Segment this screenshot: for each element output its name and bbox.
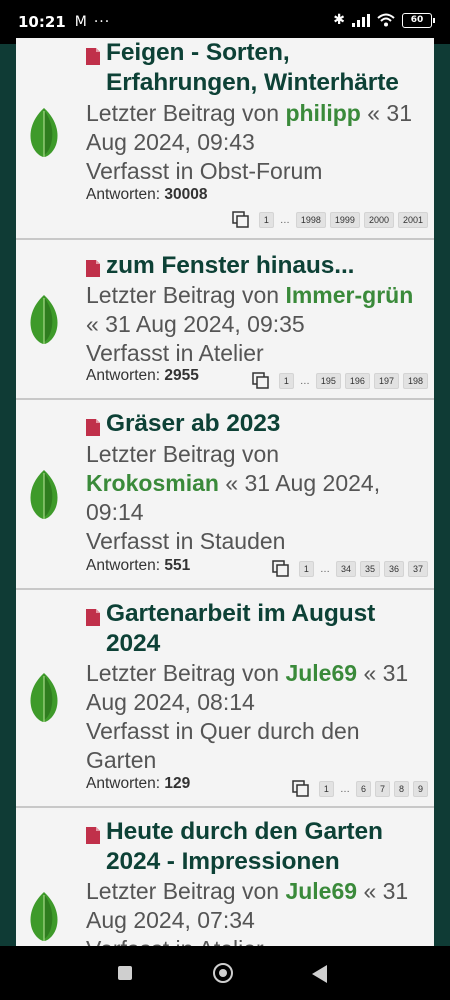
recent-apps-button[interactable] [118,966,132,980]
page-link[interactable]: 196 [344,373,370,389]
topic-title-link[interactable]: Gräser ab 2023 [106,409,426,439]
topic-row[interactable]: Heute durch den Garten 2024 - Impression… [16,808,434,946]
last-post-date-link[interactable]: « 31 [363,660,408,686]
author-link[interactable]: Jule69 [285,660,357,686]
page-link[interactable]: 7 [374,781,390,797]
forum-link[interactable]: Atelier [199,936,264,946]
topic-title-link[interactable]: Heute durch den Garten 2024 - Impression… [106,817,426,877]
topic-title-link[interactable]: zum Fenster hinaus... [106,251,426,281]
page-link[interactable]: 37 [407,561,428,577]
page-link[interactable]: 35 [359,561,380,577]
page-link[interactable]: 36 [383,561,404,577]
page-link[interactable]: 1998 [295,212,326,228]
topic-row[interactable]: Feigen - Sorten, Erfahrungen, Winterhärt… [16,38,434,240]
page-link[interactable]: 1999 [329,212,360,228]
forum-link[interactable]: Atelier [199,340,264,366]
pages-icon [292,780,309,797]
forum-link[interactable]: Stauden [200,528,286,554]
last-post-date-link[interactable]: Aug 2024, 09:43 [86,128,428,158]
last-post-date-link[interactable]: Aug 2024, 07:34 [86,906,428,936]
replies-count: Antworten: 2955 [86,367,199,384]
topic-title-link[interactable]: Feigen - Sorten, Erfahrungen, Winterhärt… [106,38,426,98]
topic-row[interactable]: Gartenarbeit im August 2024 Letzter Beit… [16,590,434,808]
author-link[interactable]: Krokosmian [86,470,219,496]
pages-icon [252,372,269,389]
replies-count: Antworten: 551 [86,557,191,574]
pagination: 1 … 1998 1999 2000 2001 [232,211,428,229]
pagination: 1 … 34 35 36 37 [272,560,428,578]
page-link[interactable]: 8 [393,781,409,797]
forum-link[interactable]: Obst-Forum [200,158,323,184]
page-link[interactable]: 195 [315,373,341,389]
pagination: 1 … 195 196 197 198 [252,372,428,390]
page-link[interactable]: 2001 [397,212,428,228]
battery-icon: 60 [402,12,435,28]
page-link[interactable]: 9 [412,781,428,797]
more-notifications-icon: ··· [93,14,111,30]
page-link[interactable]: 2000 [363,212,394,228]
author-link[interactable]: Immer-grün [285,282,413,308]
topic-unread-icon [86,419,100,436]
page-link[interactable]: 197 [373,373,399,389]
author-link[interactable]: philipp [285,100,360,126]
last-post-date-link[interactable]: « 31 [367,100,412,126]
forum-link[interactable]: Quer durch den [200,718,360,744]
pagination: 1 … 6 7 8 9 [292,780,428,798]
topic-title-link[interactable]: Gartenarbeit im August 2024 [106,599,426,659]
back-button[interactable] [312,965,327,983]
topic-unread-icon [86,48,100,65]
pages-icon [272,560,289,577]
page-link[interactable]: 1 [258,212,274,228]
last-post-date-link[interactable]: 09:14 [86,498,428,528]
clock: 10:21 [18,13,66,31]
last-post-date-link[interactable]: Aug 2024, 08:14 [86,688,428,718]
bluetooth-icon: ✱ [333,12,345,28]
page-link[interactable]: 1 [298,561,314,577]
replies-count: Antworten: 30008 [86,186,208,203]
leaf-icon [30,673,58,722]
signal-icon [352,13,370,27]
topic-row[interactable]: zum Fenster hinaus... Letzter Beitrag vo… [16,240,434,400]
topic-row[interactable]: Gräser ab 2023 Letzter Beitrag von Kroko… [16,400,434,590]
home-button[interactable] [213,963,233,983]
page-link[interactable]: 1 [278,373,294,389]
page-link[interactable]: 1 [318,781,334,797]
forum-link[interactable]: Garten [86,746,428,776]
last-post-date-link[interactable]: « 31 Aug 2024, 09:35 [86,310,428,340]
page-link[interactable]: 198 [402,373,428,389]
navigation-bar [0,946,450,1000]
gmail-icon: M [74,14,87,30]
author-link[interactable]: Jule69 [285,878,357,904]
topic-unread-icon [86,609,100,626]
page-link[interactable]: 6 [355,781,371,797]
topic-unread-icon [86,260,100,277]
last-post-date-link[interactable]: « 31 [363,878,408,904]
leaf-icon [30,892,58,941]
topic-unread-icon [86,827,100,844]
leaf-icon [30,108,58,157]
replies-count: Antworten: 129 [86,775,191,792]
leaf-icon [30,470,58,519]
leaf-icon [30,295,58,344]
last-post-date-link[interactable]: « 31 Aug 2024, [225,470,380,496]
wifi-icon [377,13,395,27]
topic-list: Feigen - Sorten, Erfahrungen, Winterhärt… [16,38,434,946]
pages-icon [232,211,249,228]
page-link[interactable]: 34 [335,561,356,577]
